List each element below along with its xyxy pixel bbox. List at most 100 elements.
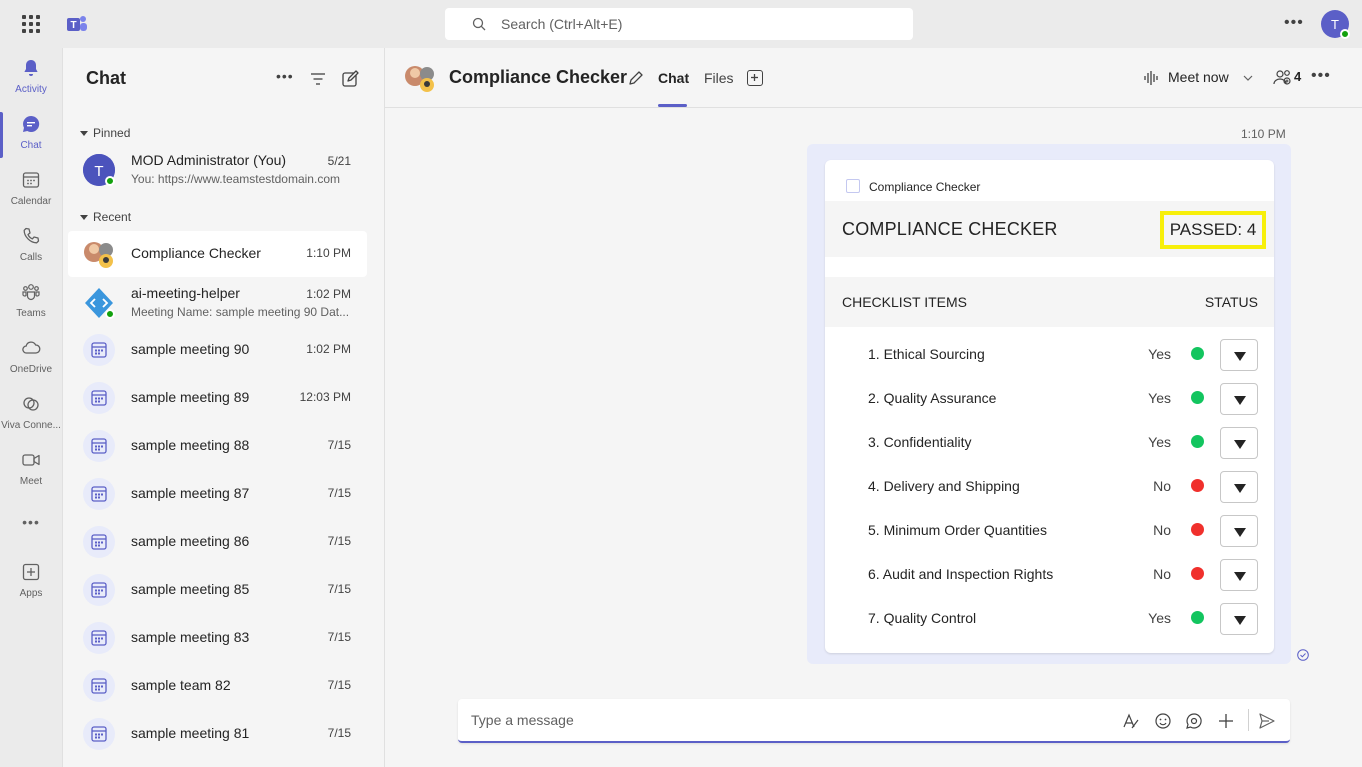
rail-item-calls[interactable]: Calls bbox=[0, 220, 62, 270]
chat-item-compliance-checker[interactable]: Compliance Checker 1:10 PM bbox=[68, 231, 367, 277]
add-tab-icon[interactable] bbox=[747, 70, 763, 86]
edit-pencil-icon[interactable] bbox=[627, 69, 645, 87]
status-dropdown[interactable] bbox=[1220, 427, 1258, 459]
chat-item-meeting[interactable]: sample meeting 89 12:03 PM bbox=[68, 375, 367, 421]
chat-preview: Meeting Name: sample meeting 90 Dat... bbox=[131, 305, 350, 319]
meeting-avatar bbox=[83, 718, 115, 750]
rail-item-viva-connections[interactable]: Viva Conne... bbox=[0, 388, 62, 438]
chat-name: sample meeting 85 bbox=[131, 581, 250, 597]
chat-item-meeting[interactable]: sample meeting 87 7/15 bbox=[68, 471, 367, 517]
checklist-row: 3. Confidentiality Yes bbox=[825, 427, 1274, 471]
send-icon[interactable] bbox=[1258, 712, 1276, 730]
read-receipt-icon bbox=[1297, 649, 1309, 661]
status-text: No bbox=[1153, 522, 1171, 538]
status-dropdown[interactable] bbox=[1220, 515, 1258, 547]
checklist-header: CHECKLIST ITEMS STATUS bbox=[825, 277, 1274, 327]
chat-list-pane: Chat ••• Pinned T MOD Administrator (You… bbox=[62, 48, 385, 767]
chat-item-meeting[interactable]: sample meeting 88 7/15 bbox=[68, 423, 367, 469]
rail-item-onedrive[interactable]: OneDrive bbox=[0, 332, 62, 382]
teams-icon bbox=[22, 284, 40, 301]
calendar-icon bbox=[91, 486, 107, 502]
status-dropdown[interactable] bbox=[1220, 603, 1258, 635]
filter-icon[interactable] bbox=[309, 70, 327, 88]
audio-wave-icon bbox=[1144, 71, 1158, 85]
chat-time: 7/15 bbox=[327, 630, 351, 644]
rail-item-teams[interactable]: Teams bbox=[0, 276, 62, 326]
chat-time: 7/15 bbox=[327, 534, 351, 548]
status-dropdown[interactable] bbox=[1220, 471, 1258, 503]
calendar-icon bbox=[91, 438, 107, 454]
bot-avatar bbox=[83, 287, 115, 319]
more-apps-icon[interactable]: ••• bbox=[0, 510, 62, 538]
calendar-icon bbox=[91, 534, 107, 550]
meeting-avatar bbox=[83, 478, 115, 510]
chat-item-meeting[interactable]: sample meeting 86 7/15 bbox=[68, 519, 367, 565]
calendar-icon bbox=[22, 172, 40, 188]
chevron-down-icon[interactable] bbox=[1243, 73, 1253, 83]
app-launcher-icon[interactable] bbox=[22, 15, 40, 33]
recent-label: Recent bbox=[93, 210, 132, 224]
rail-item-calendar[interactable]: Calendar bbox=[0, 164, 62, 214]
participant-count: 4 bbox=[1294, 69, 1302, 84]
chat-item-meeting[interactable]: sample meeting 81 7/15 bbox=[68, 711, 367, 757]
tab-chat[interactable]: Chat bbox=[658, 70, 689, 86]
chat-preview: You: https://www.teamstestdomain.com bbox=[131, 172, 340, 186]
app-icon bbox=[846, 179, 860, 193]
rail-item-activity[interactable]: Activity bbox=[0, 52, 62, 102]
checklist-row: 5. Minimum Order Quantities No bbox=[825, 515, 1274, 559]
recent-section-header[interactable]: Recent bbox=[80, 210, 131, 224]
format-icon[interactable] bbox=[1122, 712, 1140, 730]
chat-item-team[interactable]: sample team 82 7/15 bbox=[68, 663, 367, 709]
chat-name: sample meeting 89 bbox=[131, 389, 250, 405]
plus-icon[interactable] bbox=[1217, 712, 1235, 730]
rail-label: Apps bbox=[19, 588, 43, 599]
chat-time: 7/15 bbox=[327, 438, 351, 452]
chat-name: sample meeting 83 bbox=[131, 629, 250, 645]
rail-label: Chat bbox=[20, 140, 42, 151]
avatar: T bbox=[83, 154, 115, 186]
message-composer[interactable] bbox=[458, 699, 1290, 743]
chat-name: sample meeting 88 bbox=[131, 437, 250, 453]
rail-label: Teams bbox=[16, 308, 46, 319]
chat-time: 7/15 bbox=[327, 678, 351, 692]
loop-icon[interactable] bbox=[1185, 712, 1203, 730]
svg-text:T: T bbox=[1331, 17, 1339, 32]
status-dot-icon bbox=[1191, 567, 1204, 580]
presence-available-icon bbox=[105, 309, 115, 319]
emoji-icon[interactable] bbox=[1154, 712, 1172, 730]
more-options-icon[interactable]: ••• bbox=[276, 68, 294, 86]
status-dropdown[interactable] bbox=[1220, 383, 1258, 415]
teams-logo-icon: T bbox=[67, 16, 87, 31]
rail-item-meet[interactable]: Meet bbox=[0, 444, 62, 494]
checklist-row: 4. Delivery and Shipping No bbox=[825, 471, 1274, 515]
chat-item-mod-administrator[interactable]: T MOD Administrator (You) You: https://w… bbox=[68, 147, 367, 193]
search-bar[interactable] bbox=[445, 8, 913, 40]
rail-item-apps[interactable]: Apps bbox=[0, 556, 62, 606]
chat-time: 12:03 PM bbox=[299, 390, 351, 404]
status-text: Yes bbox=[1148, 434, 1171, 450]
calendar-icon bbox=[91, 342, 107, 358]
chat-item-meeting[interactable]: sample meeting 85 7/15 bbox=[68, 567, 367, 613]
status-text: Yes bbox=[1148, 610, 1171, 626]
status-text: No bbox=[1153, 566, 1171, 582]
rail-item-chat[interactable]: Chat bbox=[0, 108, 62, 158]
chat-item-meeting[interactable]: sample meeting 90 1:02 PM bbox=[68, 327, 367, 373]
new-chat-icon[interactable] bbox=[341, 70, 359, 88]
calendar-icon bbox=[91, 582, 107, 598]
status-dropdown[interactable] bbox=[1220, 559, 1258, 591]
checklist-item: 3. Confidentiality bbox=[868, 434, 972, 450]
message-input[interactable] bbox=[471, 699, 1091, 741]
more-options-icon[interactable]: ••• bbox=[1311, 67, 1331, 85]
tab-files[interactable]: Files bbox=[704, 70, 734, 86]
svg-text:T: T bbox=[70, 20, 76, 31]
pinned-section-header[interactable]: Pinned bbox=[80, 126, 130, 140]
chat-item-ai-meeting-helper[interactable]: ai-meeting-helper Meeting Name: sample m… bbox=[68, 280, 367, 326]
chat-main: Compliance Checker Chat Files Meet now 4… bbox=[385, 48, 1362, 767]
chat-item-meeting[interactable]: sample meeting 83 7/15 bbox=[68, 615, 367, 661]
search-input[interactable] bbox=[501, 8, 901, 40]
meeting-avatar bbox=[83, 334, 115, 366]
chat-time: 1:10 PM bbox=[306, 246, 351, 260]
user-avatar[interactable]: T bbox=[1321, 10, 1350, 39]
more-options-icon[interactable]: ••• bbox=[1284, 14, 1304, 32]
status-dropdown[interactable] bbox=[1220, 339, 1258, 371]
